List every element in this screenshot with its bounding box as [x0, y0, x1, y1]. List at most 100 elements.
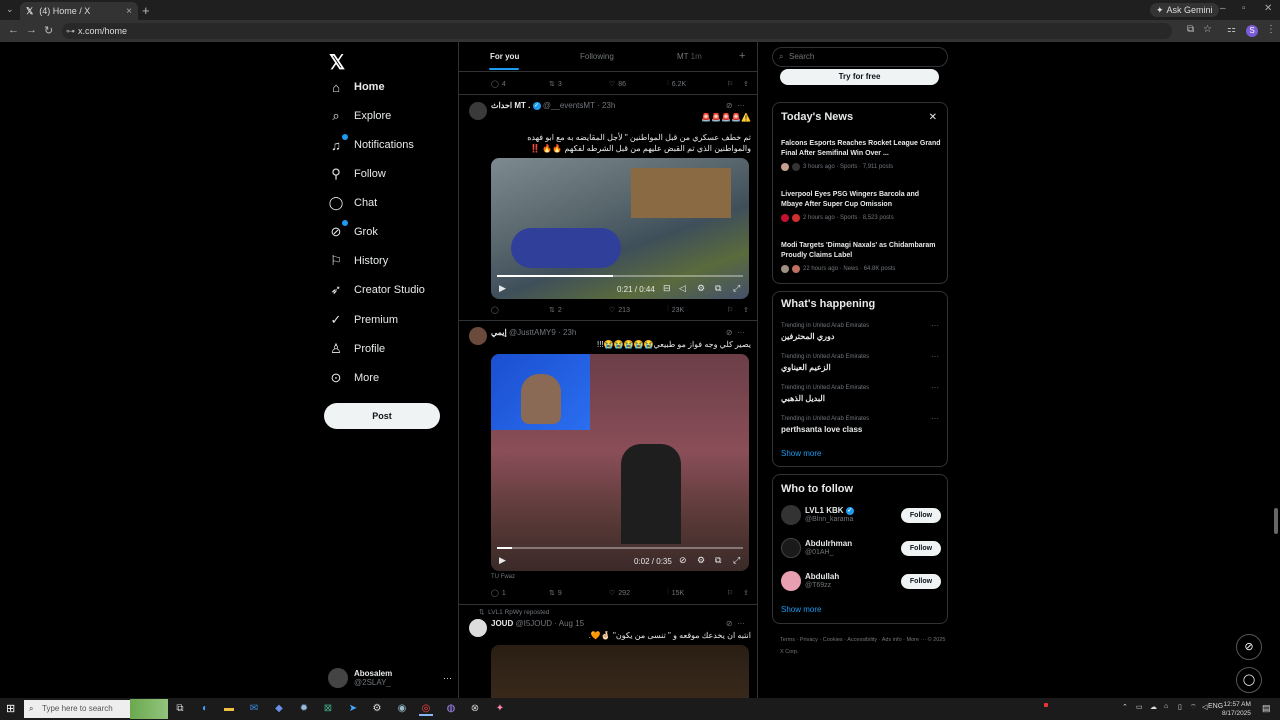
like-button[interactable]: ♡ 213: [609, 306, 630, 315]
close-icon[interactable]: ✕: [929, 112, 937, 123]
system-clock[interactable]: 12:57 AM 8/17/2025: [1222, 700, 1251, 718]
tweet-author-name[interactable]: إيمي: [491, 328, 507, 337]
avatar[interactable]: [469, 619, 487, 637]
video-player[interactable]: ▶ 0:21 / 0:44 ⊟ ◁ ⚙ ⧉ ⤢: [491, 158, 749, 299]
video-progress-bar[interactable]: [497, 547, 743, 549]
like-button[interactable]: ♡ 86: [609, 80, 626, 89]
tweet-time[interactable]: 23h: [602, 101, 615, 110]
app-icon[interactable]: ✦: [493, 702, 507, 716]
views-button[interactable]: ⫶ 6.2K: [667, 80, 686, 88]
more-icon[interactable]: ···: [737, 328, 745, 337]
forward-icon[interactable]: →: [26, 24, 37, 36]
trend-item[interactable]: دوري المحترفين: [781, 332, 941, 341]
language-indicator[interactable]: ENG: [1208, 703, 1223, 710]
more-icon[interactable]: ···: [737, 101, 745, 110]
browser-profile-avatar[interactable]: S: [1246, 25, 1258, 37]
x-logo-icon[interactable]: 𝕏: [329, 50, 345, 75]
page-scrollbar[interactable]: [1274, 508, 1278, 534]
tab-list-icon[interactable]: ⌄: [6, 4, 14, 15]
site-info-icon[interactable]: ⊶: [66, 23, 75, 39]
repost-button[interactable]: ⇅ 3: [549, 80, 562, 89]
messages-float-button[interactable]: ◯: [1236, 667, 1262, 693]
views-button[interactable]: ⫶ 15K: [667, 589, 684, 597]
chrome-icon[interactable]: ◎: [419, 702, 433, 716]
trend-more-icon[interactable]: ···: [931, 383, 939, 392]
app-icon[interactable]: ⊗: [468, 702, 482, 716]
bookmark-button[interactable]: ⚐: [727, 80, 733, 88]
tweet-author-handle[interactable]: @JusttAMY9: [509, 328, 556, 337]
like-button[interactable]: ♡ 292: [609, 589, 630, 598]
tweet-author-handle[interactable]: @__eventsMT: [543, 101, 595, 110]
views-button[interactable]: ⫶ 23K: [667, 306, 684, 314]
url-input[interactable]: ⊶ x.com/home: [62, 23, 1172, 39]
file-explorer-icon[interactable]: ▬: [222, 702, 236, 716]
pip-icon[interactable]: ⧉: [715, 555, 721, 566]
back-icon[interactable]: ←: [8, 24, 19, 36]
follow-button[interactable]: Follow: [901, 508, 941, 523]
network-icon[interactable]: ⌔: [1190, 703, 1197, 712]
volume-icon[interactable]: ◁: [1202, 703, 1207, 711]
tweet-time[interactable]: Aug 15: [559, 619, 584, 628]
news-item-title[interactable]: Liverpool Eyes PSG Wingers Barcola and M…: [781, 190, 941, 210]
video-progress-bar[interactable]: [497, 275, 743, 277]
nav-explore[interactable]: ⌕ Explore: [328, 104, 391, 128]
nav-notifications[interactable]: ♫ Notifications: [328, 133, 414, 157]
bookmark-star-icon[interactable]: ☆: [1203, 24, 1212, 35]
play-icon[interactable]: ▶: [499, 283, 506, 294]
extensions-icon[interactable]: ⚏: [1227, 24, 1236, 35]
app-icon[interactable]: ◆: [272, 702, 286, 716]
follow-button[interactable]: Follow: [901, 541, 941, 556]
captions-icon[interactable]: ⊟: [663, 283, 671, 294]
nav-home[interactable]: ⌂ Home: [328, 75, 385, 99]
nav-follow[interactable]: ⚲ Follow: [328, 162, 386, 186]
windows-start-icon[interactable]: ⊞: [6, 702, 15, 715]
bookmark-button[interactable]: ⚐: [727, 589, 733, 597]
trend-item[interactable]: البديل الذهبي: [781, 394, 941, 403]
post-button[interactable]: Post: [324, 403, 440, 429]
maximize-icon[interactable]: ▫: [1242, 3, 1246, 14]
reply-button[interactable]: ◯ 1: [491, 589, 506, 598]
trend-more-icon[interactable]: ···: [931, 414, 939, 423]
tab-for-you[interactable]: For you: [490, 52, 519, 61]
show-more-link[interactable]: Show more: [781, 605, 821, 614]
tab-following[interactable]: Following: [580, 52, 614, 61]
reply-button[interactable]: ◯ 4: [491, 80, 506, 89]
follow-button[interactable]: Follow: [901, 574, 941, 589]
tray-overflow-icon[interactable]: ⌃: [1122, 703, 1128, 711]
mute-icon[interactable]: ⊘: [679, 555, 687, 566]
app-icon[interactable]: ➤: [346, 702, 360, 716]
task-view-icon[interactable]: ⧉: [173, 702, 187, 716]
notifications-center-icon[interactable]: ▤: [1262, 703, 1271, 714]
ask-gemini-button[interactable]: ✦ Ask Gemini: [1150, 3, 1219, 17]
app-icon[interactable]: ✹: [297, 702, 311, 716]
tweet-media[interactable]: [491, 645, 749, 698]
tab-mt[interactable]: MT 1m: [677, 52, 702, 61]
more-icon[interactable]: ···: [737, 619, 745, 628]
mail-icon[interactable]: ✉: [247, 702, 261, 716]
tweet-author-name[interactable]: JOUD: [491, 619, 513, 628]
play-icon[interactable]: ▶: [499, 555, 506, 566]
nav-profile[interactable]: ♙ Profile: [328, 337, 385, 361]
tray-icon[interactable]: ⌂: [1164, 703, 1168, 710]
nav-grok[interactable]: ⊘ Grok: [328, 220, 378, 244]
browser-menu-icon[interactable]: ⋮: [1266, 24, 1276, 35]
follow-suggestion[interactable]: Abdullah @T69zz Follow: [781, 571, 941, 593]
show-more-link[interactable]: Show more: [781, 449, 821, 458]
trend-more-icon[interactable]: ···: [931, 321, 939, 330]
app-icon[interactable]: ⊠: [321, 702, 335, 716]
grok-icon[interactable]: ⊘: [726, 328, 733, 337]
close-window-icon[interactable]: ✕: [1264, 3, 1272, 14]
repost-button[interactable]: ⇅ 9: [549, 589, 562, 598]
trend-more-icon[interactable]: ···: [931, 352, 939, 361]
settings-icon[interactable]: ⚙: [697, 555, 705, 566]
bookmark-button[interactable]: ⚐: [727, 306, 733, 314]
news-item-title[interactable]: Modi Targets 'Dimagi Naxals' as Chidamba…: [781, 241, 941, 261]
tweet-author-handle[interactable]: @I5JOUD: [515, 619, 552, 628]
video-player[interactable]: ▶ 0:02 / 0:35 ⊘ ⚙ ⧉ ⤢: [491, 354, 749, 571]
share-button[interactable]: ⇪: [743, 306, 749, 314]
new-tab-icon[interactable]: +: [142, 3, 150, 18]
follow-suggestion[interactable]: Abdulrhman @01AH_ Follow: [781, 538, 941, 560]
grok-icon[interactable]: ⊘: [726, 101, 733, 110]
grok-icon[interactable]: ⊘: [726, 619, 733, 628]
nav-chat[interactable]: ◯ Chat: [328, 191, 378, 215]
